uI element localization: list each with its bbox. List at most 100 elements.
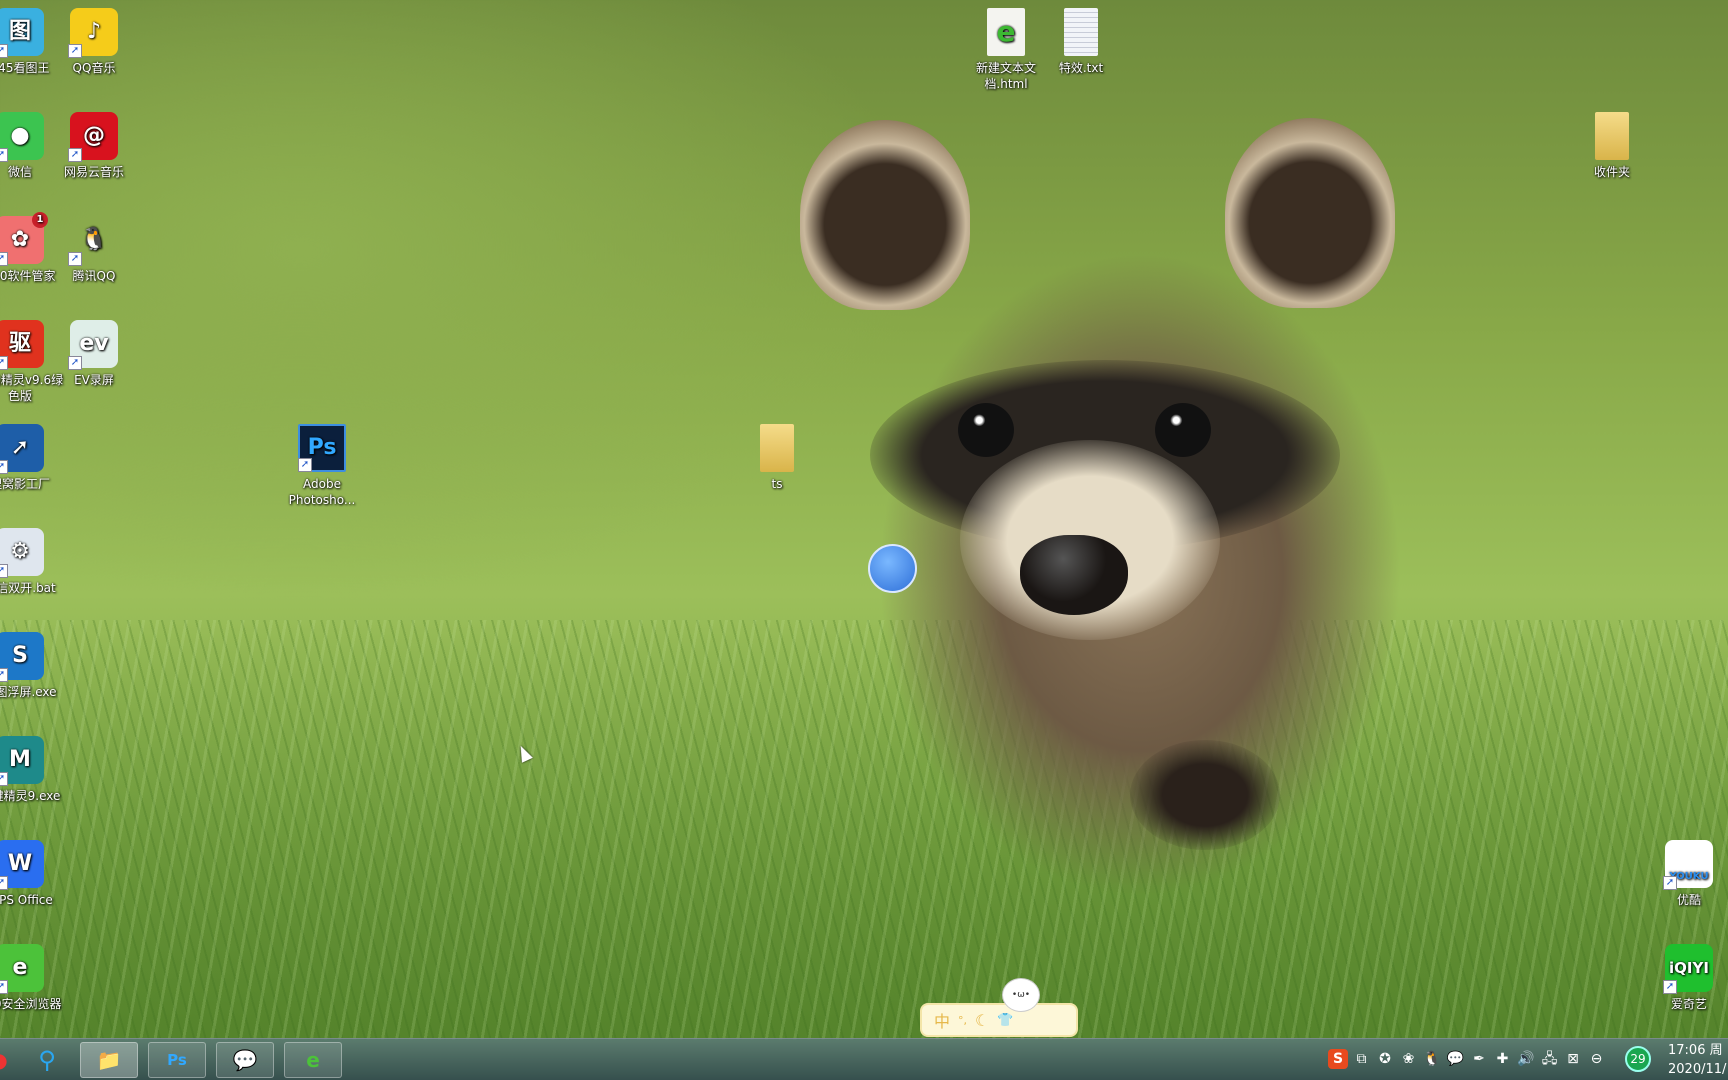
taskbar: ● ⚲ 📁Ps💬e S⧉✪❀🐧💬✒✚🔊🖧⊠⊖ 29 17:06 周 2020/1… — [0, 1038, 1728, 1080]
shortcut-arrow-icon: ➚ — [68, 356, 82, 370]
html-file-icon: e — [987, 8, 1025, 56]
desktop-icon-txt-file[interactable]: 特效.txt — [1033, 8, 1129, 76]
taskbar-photoshop-button[interactable]: Ps — [148, 1042, 206, 1078]
shortcut-arrow-icon: ➚ — [0, 668, 8, 682]
photoshop-icon: Ps ➚ — [298, 424, 346, 472]
desktop-icon[interactable]: 🐧 ➚ 腾讯QQ — [46, 216, 142, 284]
app-icon: ⚙ ➚ — [0, 528, 44, 578]
tray-icon[interactable]: ⊖ — [1587, 1049, 1607, 1069]
shortcut-arrow-icon: ➚ — [0, 252, 8, 266]
shortcut-arrow-icon: ➚ — [0, 460, 8, 474]
icon-label: WPS Office — [0, 893, 53, 907]
desktop-icon[interactable]: ev ➚ EV录屏 — [46, 320, 142, 388]
tray-icon[interactable]: ⊠ — [1563, 1049, 1583, 1069]
icon-label: 收件夹 — [1593, 165, 1630, 179]
app-icon: 图 ➚ — [0, 8, 44, 58]
ime-halfwidth-moon-icon[interactable]: ☾ — [975, 1011, 989, 1030]
floating-ball-widget[interactable] — [868, 544, 917, 593]
app-icon: ev ➚ — [68, 320, 118, 370]
desktop-icon[interactable]: ⚙➚ 微信双开.bat — [0, 528, 68, 596]
wallpaper-raccoon-ear — [1225, 118, 1395, 308]
shortcut-arrow-icon: ➚ — [0, 980, 8, 994]
ime-mascot-icon[interactable]: •ω• — [1002, 978, 1040, 1012]
desktop-icon-iqiyi[interactable]: iQIYI ➚ 爱奇艺 — [1641, 944, 1728, 1012]
icon-label: 截图浮屏.exe — [0, 685, 57, 699]
text-file-icon — [1064, 8, 1098, 56]
shortcut-arrow-icon: ➚ — [0, 44, 8, 58]
icon-label: 网易云音乐 — [63, 165, 124, 179]
search-button[interactable]: ⚲ — [18, 1042, 76, 1078]
taskbar-360-browser-button[interactable]: e — [284, 1042, 342, 1078]
icon-label: 优酷 — [1676, 893, 1701, 907]
icon-label: 新建文本文档.html — [975, 61, 1036, 91]
app-icon: ➚ ➚ — [0, 424, 44, 474]
app-icon: S ➚ — [0, 632, 44, 682]
clock-time: 17:06 周 — [1668, 1043, 1723, 1058]
wallpaper-raccoon-nose — [1020, 535, 1128, 615]
desktop-icon-photoshop[interactable]: Ps ➚ Adobe Photosho... — [274, 424, 370, 508]
desktop-icon-youku[interactable]: YOUKU ➚ 优酷 — [1641, 840, 1728, 908]
app-icon: 🐧 ➚ — [68, 216, 118, 266]
wallpaper-raccoon-eye — [958, 403, 1014, 457]
desktop-icon[interactable]: S➚ 截图浮屏.exe — [0, 632, 68, 700]
icon-label: ts — [771, 477, 783, 491]
app-icon: ● ➚ — [0, 112, 44, 162]
wallpaper-raccoon-paw — [1130, 740, 1280, 850]
shortcut-arrow-icon: ➚ — [0, 772, 8, 786]
tray-icon[interactable]: ✪ — [1375, 1049, 1395, 1069]
app-icon: M ➚ — [0, 736, 44, 786]
app-icon: ♪ ➚ — [68, 8, 118, 58]
taskbar-wechat-button[interactable]: 💬 — [216, 1042, 274, 1078]
icon-label: 按键精灵9.exe — [0, 789, 61, 803]
icon-label: EV录屏 — [74, 373, 114, 387]
desktop-icon[interactable]: @ ➚ 网易云音乐 — [46, 112, 142, 180]
tray-icon[interactable]: ✒ — [1469, 1049, 1489, 1069]
shortcut-arrow-icon: ➚ — [0, 564, 8, 578]
app-icon: 驱 ➚ — [0, 320, 44, 370]
tray-icon[interactable]: 💬 — [1446, 1049, 1466, 1069]
icon-label: 爱奇艺 — [1670, 997, 1707, 1011]
desktop-icon-inbox-folder[interactable]: 收件夹 — [1564, 112, 1660, 180]
app-icon: ✿ 1 ➚ — [0, 212, 48, 266]
taskbar-file-explorer-button[interactable]: 📁 — [80, 1042, 138, 1078]
ime-toolbar[interactable]: 中 °, ☾ 👕 — [920, 1003, 1078, 1037]
icon-label: 360安全浏览器 — [0, 997, 62, 1011]
tray-icon[interactable]: ❀ — [1399, 1049, 1419, 1069]
iqiyi-icon: iQIYI ➚ — [1663, 944, 1713, 994]
tray-icon[interactable]: 🐧 — [1422, 1049, 1442, 1069]
clock[interactable]: 17:06 周 2020/11/ — [1668, 1041, 1728, 1079]
shortcut-arrow-icon: ➚ — [0, 876, 8, 890]
shortcut-arrow-icon: ➚ — [68, 148, 82, 162]
icon-label: 微信双开.bat — [0, 581, 56, 595]
clock-date: 2020/11/ — [1668, 1062, 1727, 1077]
icon-label: QQ音乐 — [72, 61, 116, 75]
desktop-icon[interactable]: M➚ 按键精灵9.exe — [0, 736, 68, 804]
shortcut-arrow-icon: ➚ — [0, 356, 8, 370]
shortcut-arrow-icon: ➚ — [68, 44, 82, 58]
ime-skin-shirt-icon[interactable]: 👕 — [997, 1013, 1013, 1028]
tray-icon[interactable]: ✚ — [1493, 1049, 1513, 1069]
wallpaper-raccoon-ear — [800, 120, 970, 310]
app-icon: W ➚ — [0, 840, 44, 890]
shortcut-arrow-icon: ➚ — [0, 148, 8, 162]
desktop-icon[interactable]: e➚ 360安全浏览器 — [0, 944, 68, 1012]
tray-icon[interactable]: 🔊 — [1516, 1049, 1536, 1069]
tray-badge-29[interactable]: 29 — [1625, 1046, 1651, 1072]
desktop-icon[interactable]: W➚ WPS Office — [0, 840, 68, 908]
ime-punctuation-icon[interactable]: °, — [958, 1014, 967, 1027]
icon-label: Adobe Photosho... — [288, 477, 356, 507]
folder-icon — [760, 424, 794, 472]
app-icon: @ ➚ — [68, 112, 118, 162]
wallpaper-raccoon-eye — [1155, 403, 1211, 457]
tray-icon[interactable]: ⧉ — [1352, 1049, 1372, 1069]
ime-mode-toggle[interactable]: 中 — [934, 1008, 950, 1032]
icon-label: 狸窝影工厂 — [0, 477, 50, 491]
icon-label: 腾讯QQ — [72, 269, 116, 283]
tray-icon[interactable]: S — [1328, 1049, 1348, 1069]
youku-icon: YOUKU ➚ — [1663, 840, 1713, 890]
desktop-icon-ts-folder[interactable]: ts — [729, 424, 825, 492]
app-icon: e ➚ — [0, 944, 44, 994]
tray-icon[interactable]: 🖧 — [1540, 1049, 1560, 1069]
desktop-icon[interactable]: ➚➚ 狸窝影工厂 — [0, 424, 68, 492]
desktop-icon[interactable]: ♪ ➚ QQ音乐 — [46, 8, 142, 76]
